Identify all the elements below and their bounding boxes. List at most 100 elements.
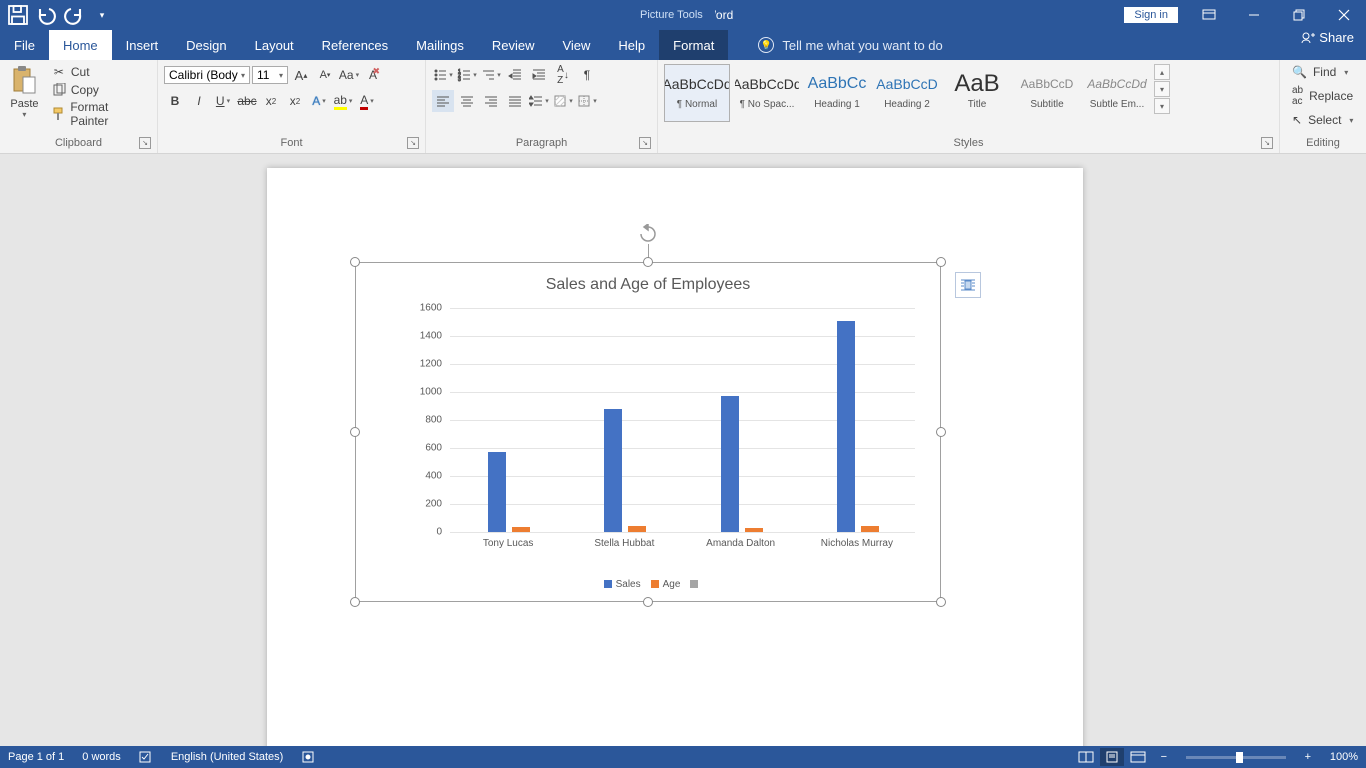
style-heading-1[interactable]: AaBbCcHeading 1 [804, 64, 870, 122]
sort-button[interactable]: AZ↓ [552, 64, 574, 86]
style---normal[interactable]: AaBbCcDd¶ Normal [664, 64, 730, 122]
resize-handle[interactable] [643, 257, 653, 267]
underline-button[interactable]: U [212, 90, 234, 112]
tab-review[interactable]: Review [478, 30, 549, 60]
grow-font-button[interactable]: A▴ [290, 64, 312, 86]
sign-in-button[interactable]: Sign in [1124, 7, 1178, 23]
close-icon[interactable] [1321, 0, 1366, 30]
minimize-icon[interactable] [1231, 0, 1276, 30]
superscript-button[interactable]: x2 [284, 90, 306, 112]
tab-mailings[interactable]: Mailings [402, 30, 478, 60]
format-painter-button[interactable]: Format Painter [47, 100, 151, 128]
styles-scroll-up[interactable]: ▴ [1154, 64, 1170, 80]
replace-button[interactable]: abacReplace [1286, 84, 1359, 108]
shading-button[interactable] [552, 90, 574, 112]
italic-button[interactable]: I [188, 90, 210, 112]
style-heading-2[interactable]: AaBbCcDHeading 2 [874, 64, 940, 122]
copy-button[interactable]: Copy [47, 82, 151, 98]
styles-launcher[interactable]: ↘ [1261, 137, 1273, 149]
redo-icon[interactable] [62, 3, 86, 27]
zoom-level[interactable]: 100% [1330, 751, 1358, 763]
resize-handle[interactable] [936, 427, 946, 437]
style-subtitle[interactable]: AaBbCcDSubtitle [1014, 64, 1080, 122]
tab-references[interactable]: References [308, 30, 402, 60]
read-mode-button[interactable] [1074, 748, 1098, 766]
align-center-button[interactable] [456, 90, 478, 112]
style-title[interactable]: AaBTitle [944, 64, 1010, 122]
show-marks-button[interactable]: ¶ [576, 64, 598, 86]
zoom-slider[interactable] [1186, 756, 1286, 759]
tab-layout[interactable]: Layout [241, 30, 308, 60]
chart-plot-area: 02004006008001000120014001600Tony LucasS… [450, 308, 915, 532]
clipboard-launcher[interactable]: ↘ [139, 137, 151, 149]
word-count-status[interactable]: 0 words [82, 751, 121, 763]
cut-button[interactable]: ✂Cut [47, 64, 151, 80]
format-painter-icon [51, 106, 66, 122]
font-color-button[interactable]: A [356, 90, 378, 112]
undo-icon[interactable] [34, 3, 58, 27]
styles-expand[interactable]: ▾ [1154, 98, 1170, 114]
zoom-in-button[interactable]: + [1296, 748, 1320, 766]
language-status[interactable]: English (United States) [171, 751, 284, 763]
tell-me-search[interactable]: 💡 Tell me what you want to do [758, 30, 942, 60]
save-icon[interactable] [6, 3, 30, 27]
decrease-indent-button[interactable] [504, 64, 526, 86]
select-button[interactable]: ↖Select▾ [1286, 112, 1359, 128]
macro-status-icon[interactable] [301, 750, 315, 764]
rotate-handle[interactable] [638, 224, 658, 244]
align-right-button[interactable] [480, 90, 502, 112]
spelling-status-icon[interactable] [139, 750, 153, 764]
strikethrough-button[interactable]: abc [236, 90, 258, 112]
multilevel-list-button[interactable] [480, 64, 502, 86]
highlight-button[interactable]: ab [332, 90, 354, 112]
resize-handle[interactable] [350, 427, 360, 437]
zoom-out-button[interactable]: − [1152, 748, 1176, 766]
tab-insert[interactable]: Insert [112, 30, 173, 60]
document-area[interactable]: Sales and Age of Employees 0200400600800… [0, 154, 1366, 746]
resize-handle[interactable] [643, 597, 653, 607]
group-label-styles: Styles [954, 137, 984, 149]
bullets-button[interactable] [432, 64, 454, 86]
resize-handle[interactable] [936, 597, 946, 607]
tab-format[interactable]: Format [659, 30, 728, 60]
paragraph-launcher[interactable]: ↘ [639, 137, 651, 149]
customize-qat-icon[interactable]: ▾ [90, 3, 114, 27]
font-launcher[interactable]: ↘ [407, 137, 419, 149]
layout-options-button[interactable] [955, 272, 981, 298]
tab-view[interactable]: View [548, 30, 604, 60]
find-button[interactable]: 🔍Find▾ [1286, 64, 1354, 80]
style---no-spac---[interactable]: AaBbCcDd¶ No Spac... [734, 64, 800, 122]
resize-handle[interactable] [350, 597, 360, 607]
paste-icon [8, 64, 40, 96]
align-left-button[interactable] [432, 90, 454, 112]
resize-handle[interactable] [936, 257, 946, 267]
increase-indent-button[interactable] [528, 64, 550, 86]
subscript-button[interactable]: x2 [260, 90, 282, 112]
tab-help[interactable]: Help [604, 30, 659, 60]
styles-scroll-down[interactable]: ▾ [1154, 81, 1170, 97]
numbering-button[interactable]: 123 [456, 64, 478, 86]
clear-formatting-button[interactable]: A✖ [362, 64, 384, 86]
tab-file[interactable]: File [0, 30, 49, 60]
print-layout-button[interactable] [1100, 748, 1124, 766]
share-button[interactable]: Share [1301, 30, 1354, 45]
tab-design[interactable]: Design [172, 30, 240, 60]
shrink-font-button[interactable]: A▾ [314, 64, 336, 86]
bold-button[interactable]: B [164, 90, 186, 112]
style-subtle-em---[interactable]: AaBbCcDdSubtle Em... [1084, 64, 1150, 122]
ribbon-display-options-icon[interactable] [1186, 0, 1231, 30]
restore-icon[interactable] [1276, 0, 1321, 30]
text-effects-button[interactable]: A [308, 90, 330, 112]
line-spacing-button[interactable] [528, 90, 550, 112]
page-number-status[interactable]: Page 1 of 1 [8, 751, 64, 763]
font-name-combo[interactable]: Calibri (Body▾ [164, 66, 250, 84]
change-case-button[interactable]: Aa [338, 64, 360, 86]
justify-button[interactable] [504, 90, 526, 112]
paste-button[interactable]: Paste▾ [6, 64, 43, 119]
web-layout-button[interactable] [1126, 748, 1150, 766]
resize-handle[interactable] [350, 257, 360, 267]
chart-object[interactable]: Sales and Age of Employees 0200400600800… [355, 262, 941, 602]
tab-home[interactable]: Home [49, 30, 112, 60]
font-size-combo[interactable]: 11▾ [252, 66, 288, 84]
borders-button[interactable] [576, 90, 598, 112]
